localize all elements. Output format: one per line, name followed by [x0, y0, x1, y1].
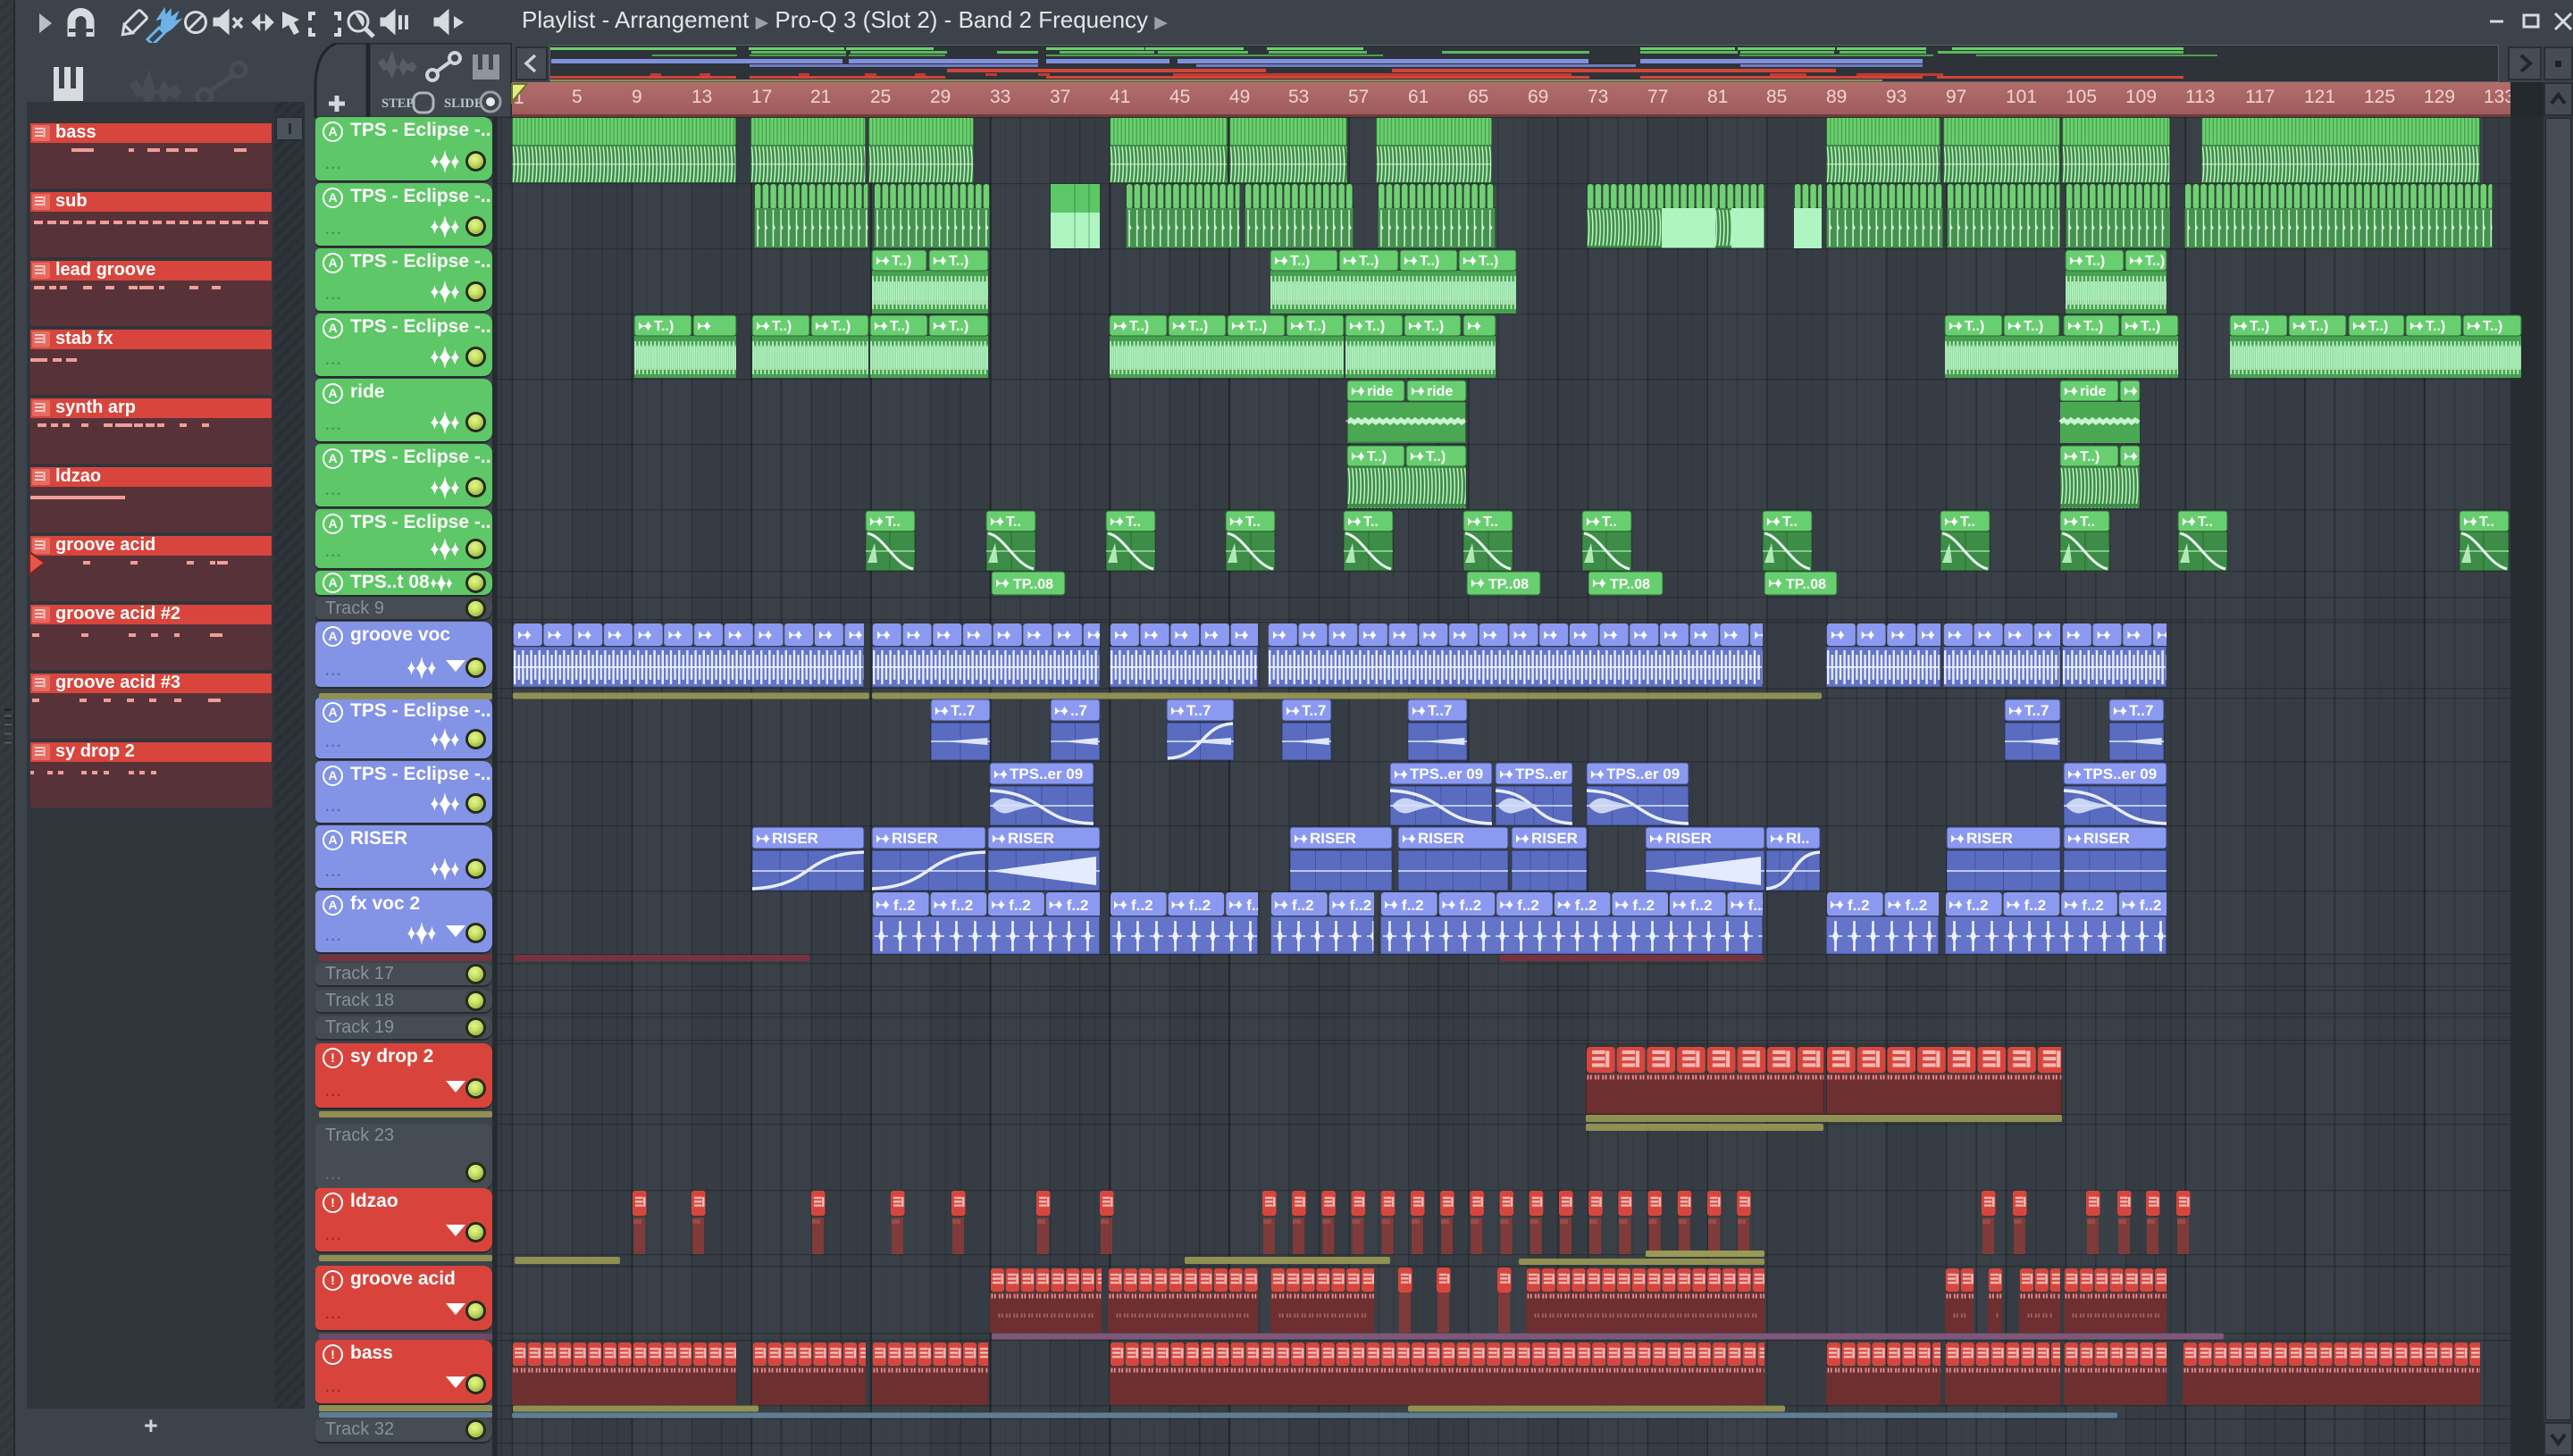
svg-text:T..): T..) [1479, 254, 1498, 269]
svg-text:TP..08: TP..08 [1610, 577, 1650, 592]
svg-text:T..: T.. [885, 515, 901, 530]
svg-text:T..): T..) [1420, 254, 1439, 269]
svg-text:ride: ride [1367, 384, 1393, 399]
svg-text:T..): T..) [2145, 254, 2165, 269]
svg-text:T..: T.. [1126, 515, 1141, 530]
svg-text:TP..08: TP..08 [1013, 577, 1053, 592]
svg-text:T..): T..) [890, 319, 909, 334]
svg-text:T..: T.. [1363, 515, 1379, 530]
svg-text:T..): T..) [1247, 319, 1267, 334]
svg-text:T..): T..) [2024, 319, 2043, 334]
svg-text:T..): T..) [1306, 319, 1326, 334]
svg-text:RISER: RISER [1966, 830, 2013, 847]
svg-text:T..): T..) [949, 319, 968, 334]
svg-text:RISER: RISER [892, 830, 938, 847]
svg-text:T..): T..) [1188, 319, 1208, 334]
svg-text:ride: ride [1427, 384, 1453, 399]
svg-text:T..: T.. [2080, 515, 2095, 530]
svg-text:T..: T.. [1602, 515, 1617, 530]
svg-text:TP..08: TP..08 [1488, 577, 1529, 592]
svg-text:TPS..er 09: TPS..er 09 [1606, 766, 1680, 782]
svg-text:TPS..er: TPS..er [1515, 766, 1568, 782]
svg-text:T..): T..) [1426, 449, 1446, 464]
svg-text:..7: ..7 [1070, 702, 1087, 719]
svg-text:T..): T..) [1367, 449, 1387, 464]
svg-text:T..): T..) [892, 254, 911, 269]
svg-text:T..): T..) [1129, 319, 1149, 334]
svg-text:T..: T.. [1782, 515, 1798, 530]
svg-text:T..): T..) [1424, 319, 1444, 334]
svg-text:T..): T..) [2080, 449, 2099, 464]
svg-text:T..7: T..7 [1186, 702, 1211, 719]
svg-text:T..): T..) [2483, 319, 2502, 334]
svg-text:RISER: RISER [2083, 830, 2130, 847]
svg-text:T..): T..) [831, 319, 851, 334]
svg-text:T..): T..) [772, 319, 792, 334]
svg-text:T..): T..) [2368, 319, 2388, 334]
svg-text:T..: T.. [1006, 515, 1021, 530]
svg-text:T..): T..) [2309, 319, 2328, 334]
svg-text:T..): T..) [1365, 319, 1385, 334]
svg-text:TPS..er 09: TPS..er 09 [1010, 766, 1083, 782]
svg-text:T..7: T..7 [2129, 702, 2153, 719]
svg-text:RISER: RISER [1531, 830, 1578, 847]
svg-text:T..7: T..7 [1428, 702, 1452, 719]
svg-text:T..): T..) [2085, 254, 2105, 269]
svg-text:RISER: RISER [772, 830, 818, 847]
svg-text:T..: T.. [2198, 515, 2213, 530]
svg-text:RI..: RI.. [1786, 830, 1809, 847]
svg-text:T..): T..) [1359, 254, 1379, 269]
svg-text:T..): T..) [2083, 319, 2103, 334]
svg-text:ride: ride [2080, 384, 2106, 399]
svg-text:T..7: T..7 [2024, 702, 2049, 719]
svg-text:T..7: T..7 [951, 702, 975, 719]
svg-text:T..: T.. [1483, 515, 1498, 530]
svg-text:TPS..er 09: TPS..er 09 [2083, 766, 2157, 782]
svg-text:T..): T..) [949, 254, 968, 269]
svg-text:T..): T..) [2426, 319, 2445, 334]
svg-text:T..7: T..7 [1302, 702, 1326, 719]
svg-text:T..): T..) [654, 319, 674, 334]
svg-text:T..): T..) [2250, 319, 2269, 334]
svg-text:RISER: RISER [1310, 830, 1356, 847]
svg-text:RISER: RISER [1665, 830, 1712, 847]
svg-text:RISER: RISER [1008, 830, 1054, 847]
svg-text:T..): T..) [2141, 319, 2160, 334]
svg-text:RISER: RISER [1418, 830, 1464, 847]
svg-text:T..: T.. [2479, 515, 2494, 530]
svg-text:T..: T.. [1960, 515, 1975, 530]
svg-text:T..): T..) [1965, 319, 1984, 334]
svg-text:TP..08: TP..08 [1786, 577, 1826, 592]
svg-text:T..: T.. [1245, 515, 1261, 530]
svg-text:T..): T..) [1290, 254, 1310, 269]
svg-text:TPS..er 09: TPS..er 09 [1410, 766, 1483, 782]
